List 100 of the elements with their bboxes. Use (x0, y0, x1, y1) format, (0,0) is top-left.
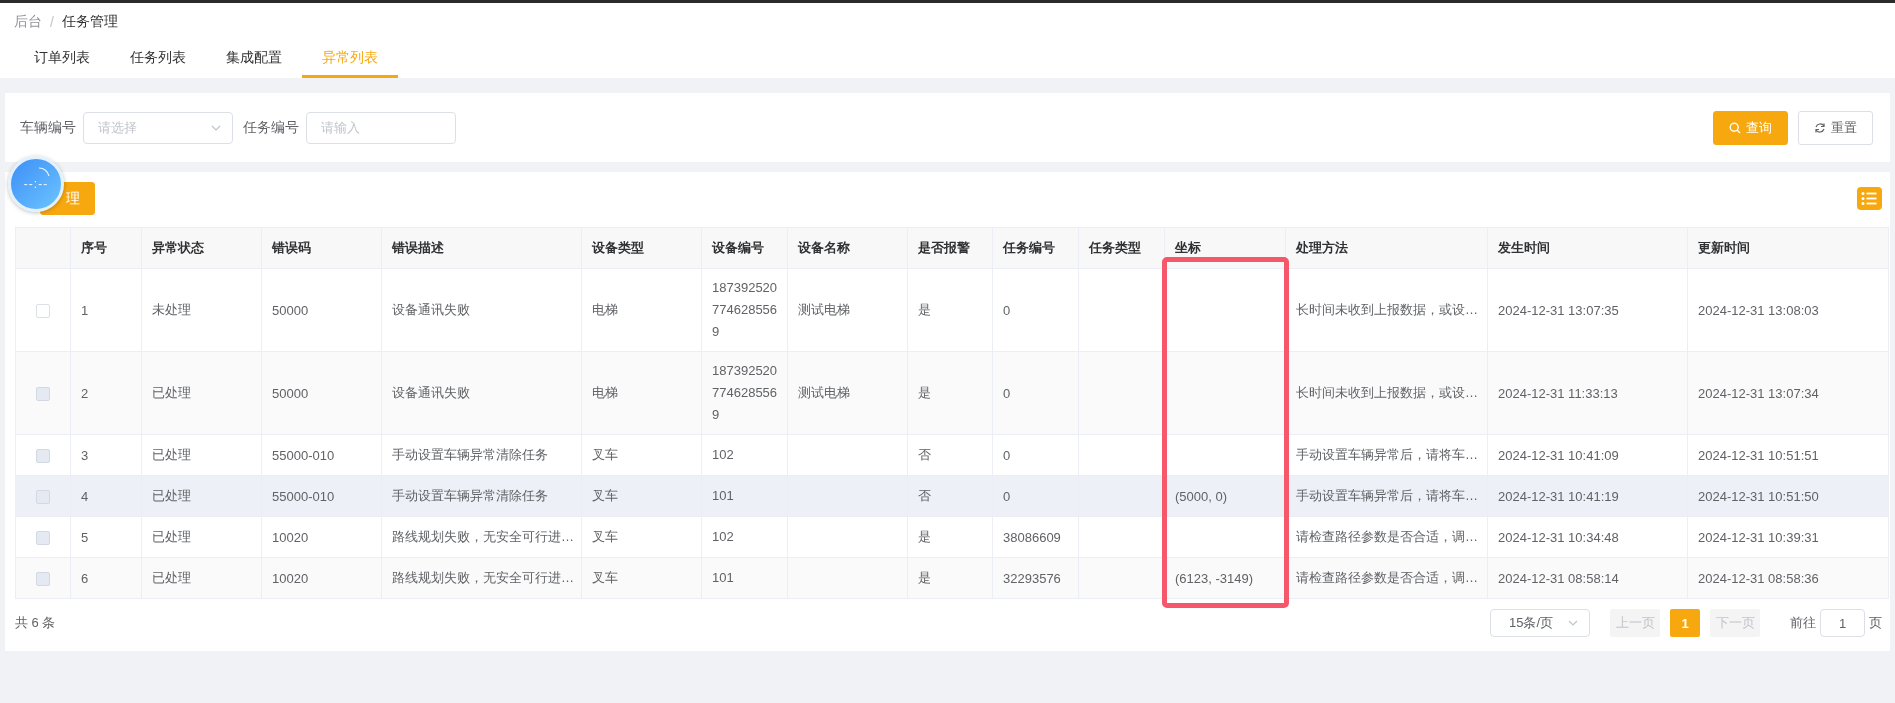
table-cell: 叉车 (592, 447, 618, 462)
table-cell: 已处理 (152, 529, 191, 544)
table-cell: 2024-12-31 10:34:48 (1498, 529, 1619, 545)
table-cell: 55000-010 (272, 488, 335, 504)
column-header: 任务编号 (992, 227, 1079, 269)
table-cell: 2024-12-31 10:51:51 (1698, 447, 1819, 463)
table-cell: 38086609 (1003, 529, 1061, 545)
field-label: 任务编号 (243, 118, 299, 137)
table-cell: 否 (918, 488, 931, 503)
table-cell: 手动设置车辆异常清除任务 (392, 488, 548, 503)
table-cell-text: 1873925207746285569 (712, 362, 779, 424)
table-cell: (5000, 0) (1175, 488, 1228, 504)
table-cell: 0 (1003, 385, 1011, 401)
table-cell: 叉车 (592, 488, 618, 503)
table-cell: 2024-12-31 10:41:09 (1498, 447, 1619, 463)
table-cell: 10020 (272, 529, 309, 545)
table-cell: 50000 (272, 385, 309, 401)
table-cell: 已处理 (152, 385, 191, 400)
table-cell: 已处理 (152, 447, 191, 462)
list-icon (1857, 187, 1882, 210)
table-cell-text: 101 (712, 569, 735, 587)
column-header: 错误描述 (381, 227, 582, 269)
table-cell: 3 (81, 447, 89, 463)
table-cell: 2024-12-31 08:58:36 (1698, 570, 1819, 586)
table-cell: 未处理 (152, 302, 191, 317)
column-header: 设备类型 (581, 227, 702, 269)
page-input[interactable]: 1 (1820, 609, 1865, 637)
table-cell: 50000 (272, 302, 309, 318)
table-cell: 2024-12-31 10:41:19 (1498, 488, 1619, 504)
reset-button[interactable]: 重置 (1798, 110, 1873, 145)
table-cell: 0 (1003, 302, 1011, 318)
goto-label: 前往 (1790, 614, 1816, 632)
table-cell: 叉车 (592, 529, 618, 544)
page-suffix: 页 (1869, 614, 1882, 632)
page-size-select[interactable]: 15条/页 (1490, 609, 1590, 637)
table-cell: 是 (918, 570, 931, 585)
table-cell: 手动设置车辆异常清除任务 (392, 447, 548, 462)
total-count: 共 6 条 (15, 614, 56, 632)
table-cell-text: 102 (712, 528, 735, 546)
column-header: 异常状态 (141, 227, 262, 269)
table-cell: 2024-12-31 10:39:31 (1698, 529, 1819, 545)
column-header: 错误码 (261, 227, 382, 269)
arc-icon (37, 167, 51, 177)
table-cell: 手动设置车辆异常后，请将车… (1296, 447, 1478, 462)
table-cell: 是 (918, 302, 931, 317)
column-header: 任务类型 (1078, 227, 1165, 269)
table-cell: 电梯 (592, 302, 618, 317)
table-cell: 设备通讯失败 (392, 302, 470, 317)
table-cell: 1 (81, 302, 89, 318)
table-cell: 4 (81, 488, 89, 504)
breadcrumb-item: 任务管理 (61, 13, 118, 31)
table-cell: 手动设置车辆异常后，请将车… (1296, 488, 1478, 503)
column-header: 是否报警 (907, 227, 993, 269)
table-cell: 长时间未收到上报数据，或设… (1296, 302, 1478, 317)
table-cell: 路线规划失败，无安全可行进… (392, 570, 574, 585)
search-icon (1729, 121, 1741, 134)
table-cell-text: 102 (712, 446, 735, 464)
table-cell: 10020 (272, 570, 309, 586)
table-cell: 2024-12-31 11:33:13 (1498, 385, 1618, 401)
refresh-icon (1814, 121, 1826, 134)
table-cell: 是 (918, 385, 931, 400)
table-cell: 测试电梯 (798, 302, 850, 317)
table-cell: 测试电梯 (798, 385, 850, 400)
table-cell: 55000-010 (272, 447, 335, 463)
column-header: 处理方法 (1285, 227, 1488, 269)
table-cell: 2024-12-31 10:51:50 (1698, 488, 1819, 504)
table-cell: 32293576 (1003, 570, 1061, 586)
tab[interactable]: 集成配置 (206, 38, 302, 78)
table-cell: 请检查路径参数是否合适，调… (1296, 570, 1478, 585)
breadcrumb-separator: / (50, 14, 54, 30)
table-cell: (6123, -3149) (1175, 570, 1254, 586)
table-cell: 2024-12-31 13:07:34 (1698, 385, 1819, 401)
table-cell: 路线规划失败，无安全可行进… (392, 529, 574, 544)
table-cell-text: 1873925207746285569 (712, 279, 779, 341)
table-cell: 否 (918, 447, 931, 462)
table-cell: 请检查路径参数是否合适，调… (1296, 529, 1478, 544)
checkbox[interactable] (36, 303, 50, 318)
table-cell: 是 (918, 529, 931, 544)
table-cell: 0 (1003, 488, 1011, 504)
table-cell: 已处理 (152, 570, 191, 585)
table-cell: 已处理 (152, 488, 191, 503)
table-cell: 5 (81, 529, 89, 545)
column-header: 序号 (70, 227, 142, 269)
table-row[interactable]: 1 未处理 50000 设备通讯失败 电梯 1873925207746285569 测试电梯 是 0 长时间未收到上报数据，或设… 2024-12-31 13:07:35 2024-12-31 13:08:03 (15, 268, 1889, 352)
input-field[interactable]: 请输入 (306, 111, 456, 144)
table-cell: 设备通讯失败 (392, 385, 470, 400)
table-cell: 电梯 (592, 385, 618, 400)
column-header: 更新时间 (1687, 227, 1889, 269)
table-cell: 0 (1003, 447, 1011, 463)
table-cell: 2024-12-31 13:07:35 (1498, 302, 1619, 318)
column-header: 发生时间 (1487, 227, 1688, 269)
tab[interactable]: 任务列表 (110, 38, 206, 78)
tab[interactable]: 订单列表 (14, 38, 110, 78)
breadcrumb-item[interactable]: 后台 (14, 13, 42, 31)
column-header: 设备编号 (701, 227, 788, 269)
column-header: 设备名称 (787, 227, 908, 269)
table-cell: 2 (81, 385, 89, 401)
table-cell-text: 101 (712, 487, 735, 505)
table-cell: 叉车 (592, 570, 618, 585)
table-cell: 2024-12-31 13:08:03 (1698, 302, 1819, 318)
